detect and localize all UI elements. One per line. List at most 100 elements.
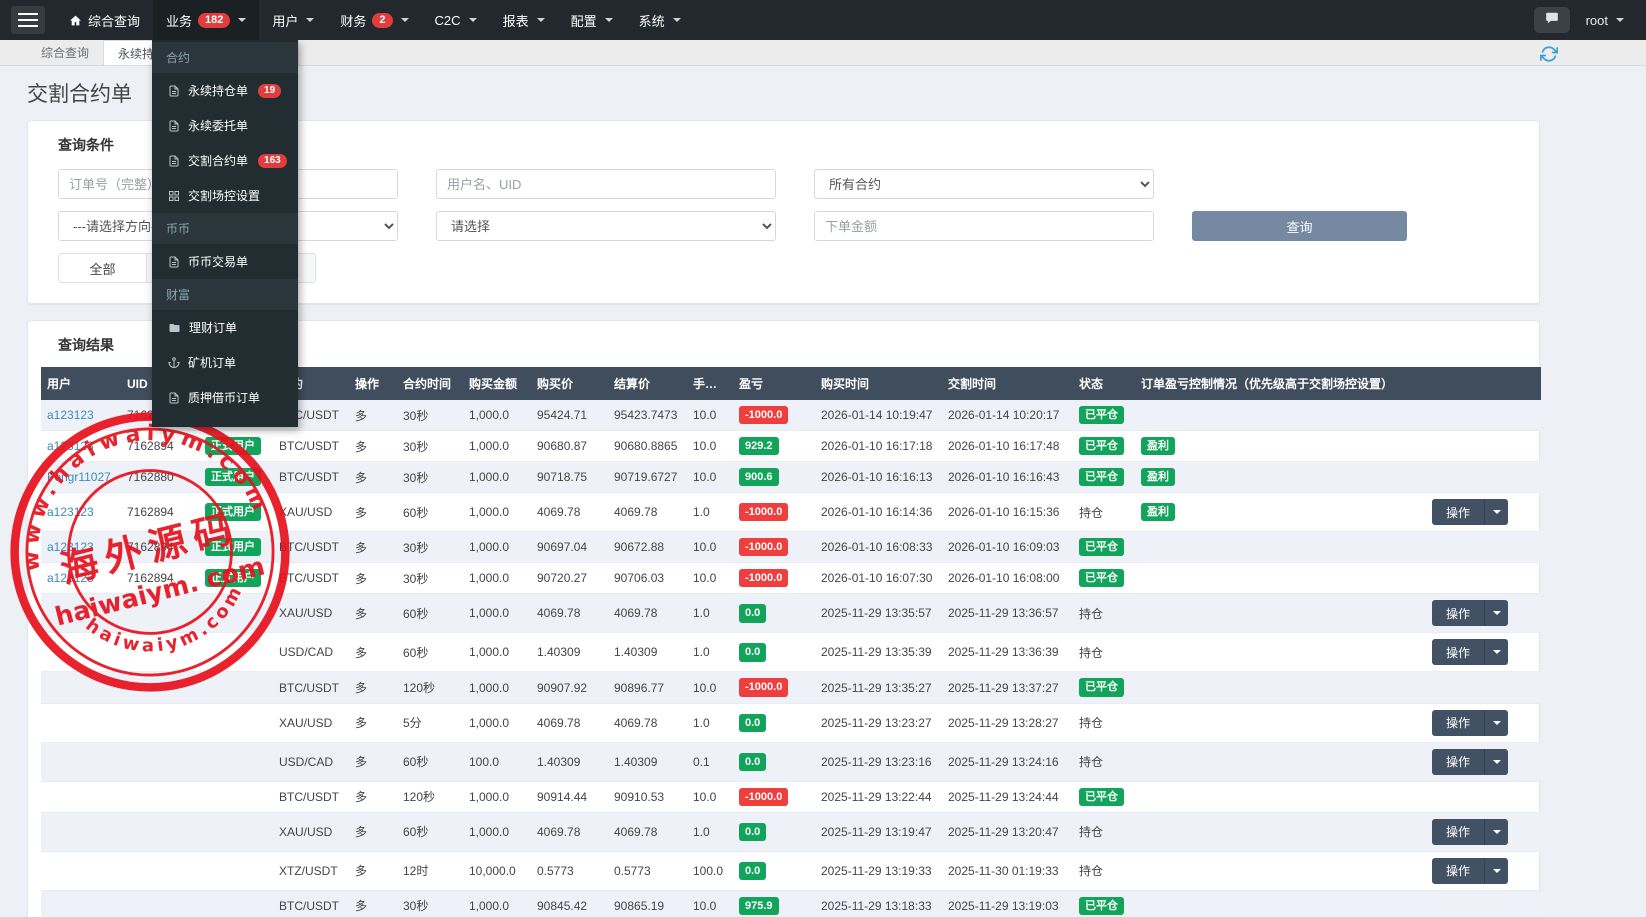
user-link[interactable]: Fengr11027: [47, 470, 111, 484]
user-link[interactable]: a123123: [47, 505, 94, 519]
refresh-icon[interactable]: [1540, 45, 1558, 63]
search-button[interactable]: 查询: [1192, 211, 1407, 241]
uid-cell: [121, 812, 199, 851]
uid-cell: [121, 890, 199, 917]
contract-cell: XAU/USD: [273, 703, 349, 742]
status-text: 持仓: [1079, 607, 1103, 621]
grid-icon: [168, 190, 180, 202]
amount-cell: 1,000.0: [463, 890, 531, 917]
settle-time-cell: 2026-01-10 16:17:48: [942, 431, 1073, 462]
navbar-item-label: 系统: [639, 11, 665, 30]
uid-cell: 7162894: [121, 493, 199, 532]
file-icon: [168, 119, 180, 133]
menu-item-label: 交割合约单: [188, 152, 248, 169]
settle-price-cell: 90719.6727: [608, 462, 687, 493]
navbar-item-label: C2C: [435, 13, 461, 28]
row-action-button[interactable]: 操作: [1432, 819, 1508, 845]
navbar-item-6[interactable]: 配置: [558, 0, 626, 40]
business-dropdown-menu: 合约 永续持仓单 19 永续委托单 交割合约单 163 交割场控设置 币币 币币…: [152, 40, 298, 427]
user-link[interactable]: a123123: [47, 439, 94, 453]
uid-cell: [121, 851, 199, 890]
table-row: a123123 7162894 正式用户 XAU/USD 多 60秒 1,000…: [41, 493, 1541, 532]
contract-select[interactable]: 所有合约: [814, 169, 1154, 199]
file-icon: [168, 84, 180, 98]
settle-time-cell: 2025-11-29 13:19:03: [942, 890, 1073, 917]
period-cell: 60秒: [397, 493, 463, 532]
period-cell: 120秒: [397, 781, 463, 812]
menu-item[interactable]: 交割合约单 163: [152, 143, 298, 178]
column-header: 结算价: [608, 367, 687, 400]
action-dropdown-toggle[interactable]: [1484, 499, 1508, 525]
menu-item[interactable]: 理财订单: [152, 310, 298, 345]
settle-price-cell: 4069.78: [608, 594, 687, 633]
username-label: root: [1586, 13, 1608, 28]
sidebar-toggle-button[interactable]: [0, 0, 56, 40]
action-dropdown-toggle[interactable]: [1484, 639, 1508, 665]
menu-item[interactable]: 交割场控设置: [152, 178, 298, 213]
scope-tab-all[interactable]: 全部: [59, 254, 147, 282]
amount-cell: 1,000.0: [463, 532, 531, 563]
user-type-badge: 正式用户: [205, 468, 261, 486]
row-action-button[interactable]: 操作: [1432, 639, 1508, 665]
user-uid-input[interactable]: [436, 169, 776, 199]
fee-cell: 1.0: [687, 633, 733, 672]
uid-cell: 7162894: [121, 563, 199, 594]
buy-price-cell: 0.5773: [531, 851, 608, 890]
settle-time-cell: 2025-11-29 13:20:47: [942, 812, 1073, 851]
table-row: a123123 7162894 正式用户 BTC/USDT 多 30秒 1,00…: [41, 563, 1541, 594]
column-header: 操作: [349, 367, 397, 400]
buy-price-cell: 90845.42: [531, 890, 608, 917]
pnl-badge: 0.0: [739, 604, 766, 622]
settle-price-cell: 90680.8865: [608, 431, 687, 462]
menu-item[interactable]: 质押借币订单: [152, 380, 298, 415]
navbar-item-0[interactable]: 综合查询: [56, 0, 153, 40]
navbar-item-1[interactable]: 业务182: [153, 0, 259, 40]
action-dropdown-toggle[interactable]: [1484, 858, 1508, 884]
contract-cell: BTC/USDT: [273, 672, 349, 703]
table-row: Fengr11027 7162880 正式用户 BTC/USDT 多 30秒 1…: [41, 462, 1541, 493]
state-select[interactable]: 请选择: [436, 211, 776, 241]
action-button-label: 操作: [1432, 710, 1484, 736]
action-button-label: 操作: [1432, 749, 1484, 775]
amount-cell: 1,000.0: [463, 594, 531, 633]
row-action-button[interactable]: 操作: [1432, 710, 1508, 736]
navbar-item-2[interactable]: 用户: [259, 0, 327, 40]
column-header: 手续费: [687, 367, 733, 400]
user-link[interactable]: a123123: [47, 571, 94, 585]
row-action-button[interactable]: 操作: [1432, 600, 1508, 626]
navbar-item-5[interactable]: 报表: [490, 0, 558, 40]
action-dropdown-toggle[interactable]: [1484, 819, 1508, 845]
menu-item[interactable]: 永续委托单: [152, 108, 298, 143]
user-link[interactable]: a123123: [47, 408, 94, 422]
buy-time-cell: 2025-11-29 13:35:57: [815, 594, 942, 633]
settle-time-cell: 2025-11-29 13:36:39: [942, 633, 1073, 672]
row-action-button[interactable]: 操作: [1432, 858, 1508, 884]
settle-time-cell: 2026-01-10 16:09:03: [942, 532, 1073, 563]
navbar-item-4[interactable]: C2C: [422, 0, 490, 40]
user-menu[interactable]: root: [1586, 13, 1624, 28]
action-dropdown-toggle[interactable]: [1484, 600, 1508, 626]
action-dropdown-toggle[interactable]: [1484, 749, 1508, 775]
navbar-item-7[interactable]: 系统: [626, 0, 694, 40]
user-link[interactable]: a123123: [47, 540, 94, 554]
amount-cell: 1,000.0: [463, 493, 531, 532]
period-cell: 12时: [397, 851, 463, 890]
top-navbar: 综合查询业务182用户财务2 C2C 报表配置系统 root: [0, 0, 1646, 40]
messages-button[interactable]: [1534, 7, 1570, 33]
user-type-badge: 正式用户: [205, 503, 261, 521]
row-action-button[interactable]: 操作: [1432, 749, 1508, 775]
tab-general-query[interactable]: 综合查询: [27, 40, 103, 65]
menu-item[interactable]: 永续持仓单 19: [152, 73, 298, 108]
chevron-down-icon: [1493, 650, 1501, 654]
chevron-down-icon: [1493, 510, 1501, 514]
chevron-down-icon: [238, 18, 246, 22]
row-action-button[interactable]: 操作: [1432, 499, 1508, 525]
period-cell: 120秒: [397, 672, 463, 703]
action-dropdown-toggle[interactable]: [1484, 710, 1508, 736]
menu-item[interactable]: 币币交易单: [152, 244, 298, 279]
amount-cell: 1,000.0: [463, 400, 531, 431]
menu-item[interactable]: 矿机订单: [152, 345, 298, 380]
menu-item-label: 交割场控设置: [188, 187, 260, 204]
amount-input[interactable]: [814, 211, 1154, 241]
navbar-item-3[interactable]: 财务2: [327, 0, 421, 40]
